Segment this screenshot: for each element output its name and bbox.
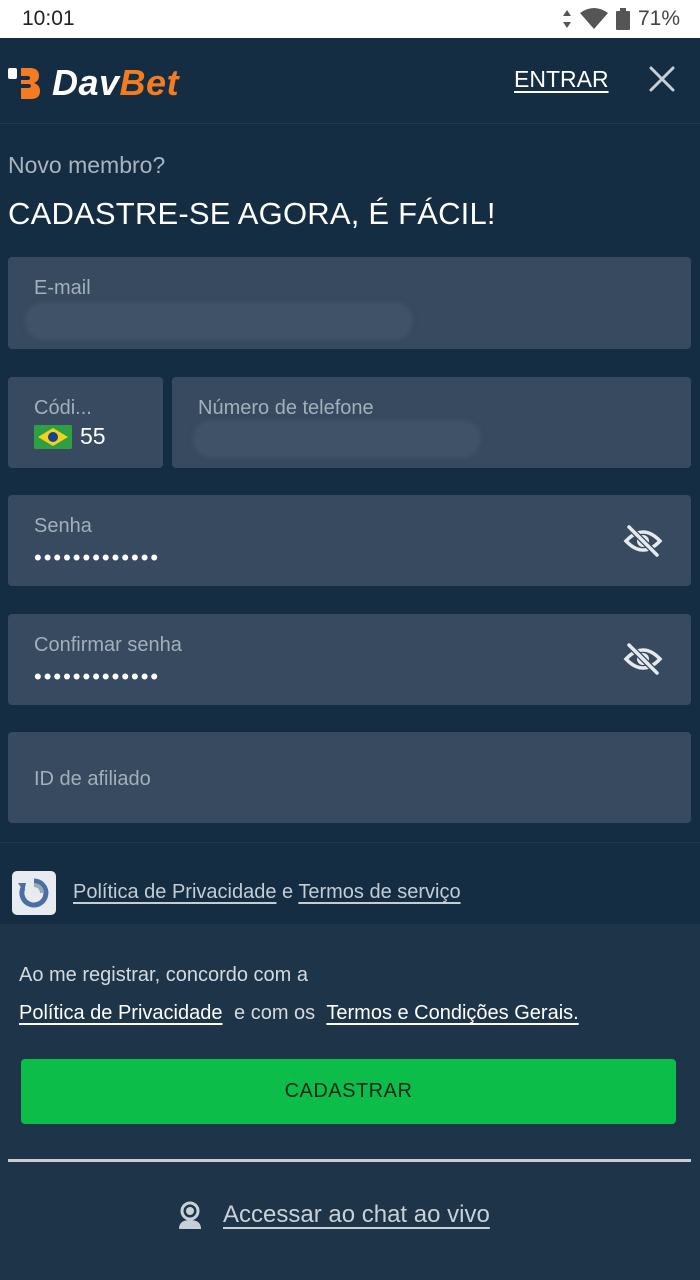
hide-password-icon[interactable] — [623, 524, 663, 558]
form-title: CADASTRE-SE AGORA, É FÁCIL! — [8, 196, 496, 231]
register-button[interactable]: CADASTRAR — [21, 1059, 676, 1124]
password-label: Senha — [34, 515, 92, 537]
email-field[interactable]: E-mail — [8, 257, 691, 349]
live-chat-link[interactable]: Accessar ao chat ao vivo — [175, 1200, 490, 1230]
recaptcha-privacy-link[interactable]: Política de Privacidade — [73, 881, 276, 903]
email-value-redacted — [28, 305, 410, 337]
country-code-select[interactable]: Códi... 55 — [8, 377, 163, 468]
terms-section: Ao me registrar, concordo com a Política… — [0, 924, 700, 1280]
data-arrows-icon — [562, 10, 571, 28]
login-link[interactable]: ENTRAR — [514, 66, 609, 93]
register-form: Novo membro? CADASTRE-SE AGORA, É FÁCIL!… — [0, 124, 700, 924]
support-agent-icon — [179, 1201, 201, 1229]
terms-conditions-link[interactable]: Termos e Condições Gerais. — [326, 1002, 578, 1024]
terms-links: Política de Privacidade e com os Termos … — [19, 1002, 579, 1025]
status-time: 10:01 — [22, 7, 75, 30]
phone-value-redacted — [196, 423, 478, 455]
password-value: ••••••••••••• — [34, 545, 161, 570]
confirm-password-field[interactable]: Confirmar senha ••••••••••••• — [8, 614, 691, 705]
confirm-password-value: ••••••••••••• — [34, 664, 161, 689]
app-header: DavBet ENTRAR — [0, 38, 700, 124]
affiliate-id-label: ID de afiliado — [34, 768, 151, 790]
recaptcha-conjunction: e — [282, 881, 294, 903]
privacy-policy-link[interactable]: Política de Privacidade — [19, 1002, 222, 1024]
recaptcha-row: Política de Privacidade e Termos de serv… — [0, 842, 700, 924]
country-code-value: 55 — [80, 423, 106, 449]
phone-label: Número de telefone — [198, 397, 374, 419]
brand-logo[interactable]: DavBet — [8, 62, 179, 104]
brand-name: DavBet — [52, 62, 180, 103]
country-code-label: Códi... — [34, 397, 92, 419]
terms-middle-text: e com os — [234, 1002, 316, 1024]
status-bar: 10:01 71% — [0, 0, 700, 38]
form-subtitle: Novo membro? — [8, 152, 166, 178]
status-icons: 71% — [562, 7, 680, 31]
email-label: E-mail — [34, 277, 91, 299]
recaptcha-terms-link[interactable]: Termos de serviço — [298, 881, 460, 903]
recaptcha-links: Política de Privacidade e Termos de serv… — [73, 881, 461, 904]
recaptcha-icon — [12, 871, 56, 915]
logo-mark-icon — [8, 68, 40, 99]
brazil-flag-icon — [34, 425, 72, 449]
password-field[interactable]: Senha ••••••••••••• — [8, 495, 691, 586]
affiliate-id-field[interactable]: ID de afiliado — [8, 732, 691, 823]
hide-password-icon[interactable] — [623, 642, 663, 676]
phone-field[interactable]: Número de telefone — [172, 377, 691, 468]
live-chat-text: Accessar ao chat ao vivo — [223, 1201, 490, 1228]
close-icon[interactable] — [648, 65, 676, 93]
divider — [8, 1159, 691, 1162]
confirm-password-label: Confirmar senha — [34, 634, 182, 656]
wifi-icon — [579, 8, 608, 29]
terms-intro: Ao me registrar, concordo com a — [19, 964, 309, 986]
battery-icon — [615, 8, 630, 30]
battery-level: 71% — [637, 7, 680, 30]
